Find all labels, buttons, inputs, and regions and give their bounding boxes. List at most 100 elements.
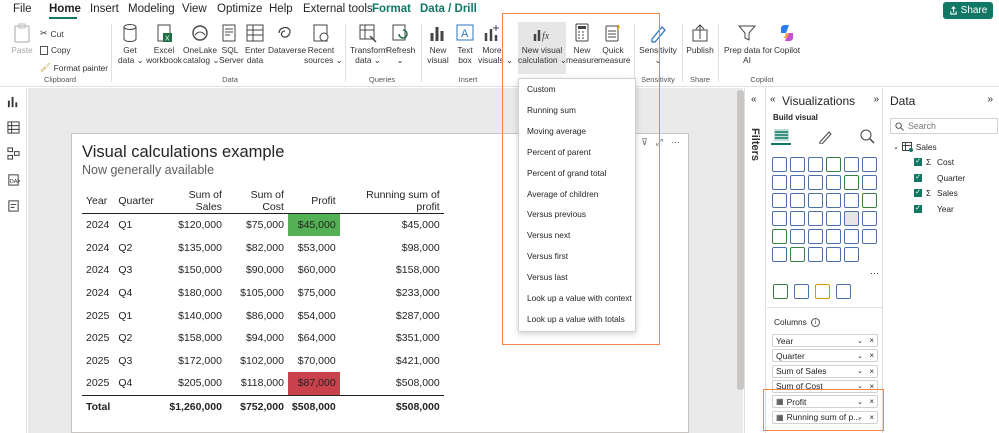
- tab-view[interactable]: View: [182, 3, 207, 15]
- onelake-catalog-button[interactable]: OneLake catalog ⌄: [183, 22, 219, 66]
- cut-button[interactable]: ✂ Cut: [40, 28, 64, 39]
- tab-data-drill[interactable]: Data / Drill: [420, 3, 477, 15]
- tab-insert[interactable]: Insert: [90, 3, 119, 15]
- visual-type-icon[interactable]: [790, 229, 805, 244]
- visual-type-icon[interactable]: [862, 193, 877, 208]
- get-data-button[interactable]: Get data ⌄: [118, 22, 144, 66]
- column-header[interactable]: Running sum of profit: [339, 189, 444, 214]
- visual-type-icon[interactable]: [772, 157, 787, 172]
- visual-type-icon[interactable]: [772, 211, 787, 226]
- field-checkbox[interactable]: ✓: [914, 189, 922, 198]
- transform-data-button[interactable]: Transform data ⌄: [350, 22, 388, 66]
- field-item[interactable]: ✓ Year: [914, 204, 954, 214]
- visual-type-icon[interactable]: [862, 175, 877, 190]
- report-view-icon[interactable]: [7, 95, 20, 108]
- expand-icon[interactable]: «: [751, 94, 757, 105]
- more-visuals-ellipsis[interactable]: ···: [870, 268, 879, 278]
- visual-type-icon[interactable]: [790, 193, 805, 208]
- model-view-icon[interactable]: [7, 147, 20, 160]
- field-item[interactable]: ✓ Quarter: [914, 173, 965, 183]
- visual-type-icon[interactable]: [844, 175, 859, 190]
- remove-icon[interactable]: ×: [869, 367, 874, 376]
- copilot-button[interactable]: Copilot: [772, 22, 802, 56]
- visual-type-icon[interactable]: [844, 229, 859, 244]
- new-visual-button[interactable]: New visual: [426, 22, 450, 66]
- visual-type-icon[interactable]: [808, 211, 823, 226]
- column-well-item[interactable]: Quarter ⌄ ×: [772, 349, 878, 363]
- column-header[interactable]: Sum of Cost: [225, 189, 288, 214]
- visual-type-icon[interactable]: [826, 211, 841, 226]
- column-well-item[interactable]: Sum of Sales ⌄ ×: [772, 364, 878, 378]
- visual-type-icon[interactable]: [772, 193, 787, 208]
- sql-server-button[interactable]: SQL Server: [219, 22, 244, 66]
- build-fields-icon[interactable]: [773, 128, 790, 142]
- visual-type-icon[interactable]: [836, 284, 851, 299]
- chevron-down-icon[interactable]: ⌄: [893, 143, 899, 151]
- column-header[interactable]: Year: [82, 189, 115, 214]
- visual-type-icon[interactable]: [808, 229, 823, 244]
- remove-icon[interactable]: ×: [869, 351, 874, 360]
- collapse-left-icon[interactable]: «: [770, 94, 776, 105]
- visual-type-icon[interactable]: [790, 211, 805, 226]
- canvas-scrollbar[interactable]: [737, 90, 744, 390]
- table-node-sales[interactable]: ⌄ Sales: [893, 142, 937, 152]
- trophy-icon[interactable]: [815, 284, 830, 299]
- tab-format[interactable]: Format: [372, 3, 411, 15]
- prep-data-ai-button[interactable]: Prep data for AI: [724, 22, 772, 66]
- tab-help[interactable]: Help: [269, 3, 293, 15]
- dax-query-icon[interactable]: DAX: [7, 173, 20, 186]
- visual-type-icon[interactable]: [862, 211, 877, 226]
- visual-type-icon[interactable]: [862, 157, 877, 172]
- column-well-item[interactable]: Year ⌄ ×: [772, 334, 878, 347]
- paste-button[interactable]: Paste: [9, 22, 35, 56]
- chevron-down-icon[interactable]: ⌄: [857, 337, 863, 345]
- visual-type-icon[interactable]: [772, 247, 787, 262]
- visual-type-icon[interactable]: [844, 211, 859, 226]
- excel-workbook-button[interactable]: X Excel workbook: [146, 22, 182, 66]
- collapse-data-icon[interactable]: »: [987, 94, 993, 105]
- tab-file[interactable]: File: [13, 3, 32, 15]
- tmdl-view-icon[interactable]: [7, 199, 20, 212]
- visual-type-icon[interactable]: [826, 193, 841, 208]
- tab-external-tools[interactable]: External tools: [303, 3, 373, 15]
- column-header[interactable]: Profit: [287, 189, 340, 214]
- enter-data-button[interactable]: Enter data: [244, 22, 266, 66]
- filters-pane-collapsed[interactable]: « Filters: [744, 88, 766, 433]
- visual-type-icon[interactable]: [808, 175, 823, 190]
- data-search-box[interactable]: Search: [890, 118, 998, 134]
- visual-type-icon[interactable]: [826, 247, 841, 262]
- format-painter-button[interactable]: 🖌 Format painter: [40, 62, 108, 73]
- column-header[interactable]: Sum of Sales: [157, 189, 226, 214]
- visual-type-icon[interactable]: [790, 247, 805, 262]
- chevron-down-icon[interactable]: ⌄: [857, 352, 863, 360]
- more-options-icon[interactable]: ⋯: [671, 137, 680, 148]
- field-checkbox[interactable]: ✓: [914, 158, 922, 166]
- refresh-button[interactable]: Refresh ⌄: [386, 22, 415, 66]
- visual-type-icon[interactable]: [772, 229, 787, 244]
- publish-button[interactable]: Publish: [686, 22, 714, 56]
- field-checkbox[interactable]: ✓: [914, 205, 922, 214]
- copy-button[interactable]: Copy: [40, 45, 71, 55]
- visual-type-icon[interactable]: [794, 284, 809, 299]
- info-icon[interactable]: i: [810, 317, 820, 327]
- visual-type-icon[interactable]: [826, 175, 841, 190]
- table-view-icon[interactable]: [7, 121, 20, 134]
- tab-modeling[interactable]: Modeling: [128, 3, 175, 15]
- visual-type-icon[interactable]: [808, 157, 823, 172]
- search-input[interactable]: Search: [908, 121, 936, 131]
- visual-type-icon[interactable]: [844, 157, 859, 172]
- visual-type-icon[interactable]: [772, 175, 787, 190]
- field-checkbox[interactable]: ✓: [914, 173, 922, 182]
- visual-type-icon[interactable]: [790, 157, 805, 172]
- share-button[interactable]: Share: [943, 2, 993, 19]
- text-box-button[interactable]: A Text box: [453, 22, 477, 66]
- field-item[interactable]: ✓ Σ Cost: [914, 157, 954, 167]
- visual-type-icon[interactable]: [773, 284, 788, 299]
- field-item[interactable]: ✓ Σ Sales: [914, 188, 958, 198]
- collapse-right-icon[interactable]: »: [873, 94, 879, 105]
- visual-type-icon[interactable]: [844, 247, 859, 262]
- visual-type-icon[interactable]: [826, 229, 841, 244]
- visual-type-icon[interactable]: [808, 247, 823, 262]
- recent-sources-button[interactable]: Recent sources ⌄: [304, 22, 343, 66]
- visual-type-icon[interactable]: [862, 229, 877, 244]
